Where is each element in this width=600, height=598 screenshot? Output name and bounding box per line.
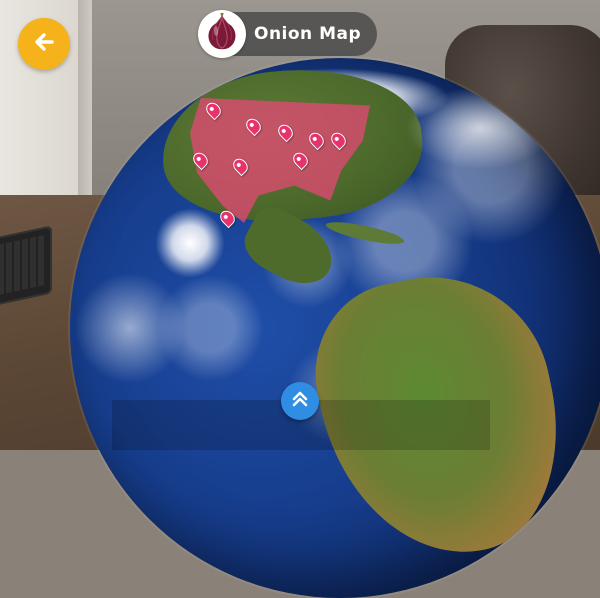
page-title: Onion Map (254, 24, 362, 44)
arrow-left-icon (30, 28, 58, 60)
back-button[interactable] (18, 18, 70, 70)
expand-panel-button[interactable] (281, 382, 319, 420)
keyboard (0, 225, 52, 307)
cloud-cover (400, 83, 560, 173)
hurricane-cloud (155, 208, 225, 278)
onion-badge (198, 10, 246, 58)
onion-icon (202, 11, 242, 57)
chevron-double-up-icon (289, 388, 311, 414)
ar-globe[interactable] (70, 58, 600, 598)
door-frame (78, 0, 92, 200)
cloud-cover (70, 268, 190, 388)
caribbean-islands (324, 217, 406, 249)
